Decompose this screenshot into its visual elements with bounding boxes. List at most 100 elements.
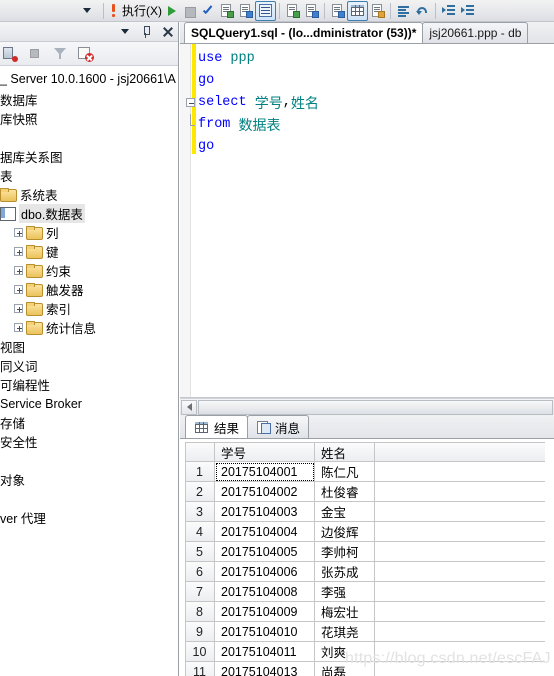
tree-node-4[interactable]: 表 xyxy=(0,166,178,185)
table-row[interactable]: 2 20175104002 杜俊睿 xyxy=(185,482,554,502)
client-statistics-button[interactable] xyxy=(302,1,321,21)
cell-student-name[interactable]: 杜俊睿 xyxy=(315,482,375,502)
tree-node-16[interactable]: Service Broker xyxy=(0,394,178,413)
cell-student-id[interactable]: 20175104010 xyxy=(215,622,315,642)
row-number-cell[interactable]: 1 xyxy=(185,462,215,482)
grid-header-id[interactable]: 学号 xyxy=(215,442,315,462)
tree-node-18[interactable]: 安全性 xyxy=(0,432,178,451)
code-line-1[interactable]: use ppp xyxy=(198,48,554,70)
sql-code-text[interactable]: use ppp go select 学号, 姓名 from 数据表 go xyxy=(186,48,554,397)
code-line-2[interactable]: go xyxy=(198,70,554,92)
table-row[interactable]: 9 20175104010 花琪尧 xyxy=(185,622,554,642)
cell-student-name[interactable]: 尚磊 xyxy=(315,662,375,676)
tree-node-14[interactable]: 同义词 xyxy=(0,356,178,375)
cell-student-name[interactable]: 金宝 xyxy=(315,502,375,522)
sql-code-editor[interactable]: use ppp go select 学号, 姓名 from 数据表 go xyxy=(180,44,554,398)
tree-expander-icon[interactable] xyxy=(14,266,23,275)
row-number-cell[interactable]: 10 xyxy=(185,642,215,662)
increase-indent-button[interactable] xyxy=(458,1,477,21)
table-row[interactable]: 4 20175104004 边俊辉 xyxy=(185,522,554,542)
code-line-5[interactable]: go xyxy=(198,136,554,158)
cell-student-id[interactable]: 20175104005 xyxy=(215,542,315,562)
filter-icon[interactable] xyxy=(52,45,69,62)
cell-student-id[interactable]: 20175104002 xyxy=(215,482,315,502)
tree-node-22[interactable]: ver 代理 xyxy=(0,508,178,527)
tree-expander-icon[interactable] xyxy=(14,323,23,332)
debug-button[interactable] xyxy=(164,1,181,21)
row-number-cell[interactable]: 3 xyxy=(185,502,215,522)
tree-expander-icon[interactable] xyxy=(14,228,23,237)
cell-student-name[interactable]: 边俊辉 xyxy=(315,522,375,542)
results-to-text-alt-button[interactable] xyxy=(328,1,347,21)
cell-student-name[interactable]: 李帅柯 xyxy=(315,542,375,562)
row-number-cell[interactable]: 7 xyxy=(185,582,215,602)
panel-close-button[interactable] xyxy=(160,25,174,39)
comment-button[interactable] xyxy=(394,1,413,21)
row-number-cell[interactable]: 8 xyxy=(185,602,215,622)
parse-button[interactable] xyxy=(199,1,217,21)
table-row[interactable]: 8 20175104009 梅宏壮 xyxy=(185,602,554,622)
query-options-button[interactable] xyxy=(236,1,255,21)
cell-student-id[interactable]: 20175104003 xyxy=(215,502,315,522)
tree-node-12[interactable]: 统计信息 xyxy=(0,318,178,337)
row-number-cell[interactable]: 5 xyxy=(185,542,215,562)
tab-messages[interactable]: 消息 xyxy=(247,415,310,438)
results-to-text-button[interactable] xyxy=(255,0,276,21)
row-number-cell[interactable]: 11 xyxy=(185,662,215,676)
connect-icon[interactable] xyxy=(2,45,19,62)
table-row[interactable]: 5 20175104005 李帅柯 xyxy=(185,542,554,562)
tree-node-10[interactable]: 触发器 xyxy=(0,280,178,299)
tree-node-6[interactable]: dbo.数据表 xyxy=(0,204,178,223)
cell-student-name[interactable]: 张苏成 xyxy=(315,562,375,582)
results-to-grid-button[interactable] xyxy=(347,0,368,21)
tree-expander-icon[interactable] xyxy=(14,247,23,256)
panel-pin-button[interactable] xyxy=(139,25,153,39)
cell-student-id[interactable]: 20175104011 xyxy=(215,642,315,662)
row-number-cell[interactable]: 4 xyxy=(185,522,215,542)
tree-node-9[interactable]: 约束 xyxy=(0,261,178,280)
grid-header-name[interactable]: 姓名 xyxy=(315,442,375,462)
cell-student-name[interactable]: 刘爽 xyxy=(315,642,375,662)
row-number-cell[interactable]: 9 xyxy=(185,622,215,642)
tree-node-0[interactable]: 数据库 xyxy=(0,90,178,109)
cell-student-id[interactable]: 20175104008 xyxy=(215,582,315,602)
disconnect-icon[interactable] xyxy=(27,45,44,62)
results-to-file-button[interactable] xyxy=(368,1,387,21)
database-dropdown[interactable] xyxy=(74,1,100,21)
cell-student-name[interactable]: 梅宏壮 xyxy=(315,602,375,622)
cell-student-name[interactable]: 陈仁凡 xyxy=(315,462,375,482)
tree-node-1[interactable]: 库快照 xyxy=(0,109,178,128)
object-explorer-tree[interactable]: _ Server 10.0.1600 - jsj20661\A 数据库 库快照据库… xyxy=(0,66,178,674)
panel-menu-button[interactable] xyxy=(118,25,132,39)
code-line-4[interactable]: from 数据表 xyxy=(190,114,554,136)
display-estimated-plan-button[interactable] xyxy=(217,1,236,21)
table-row[interactable]: 1 20175104001 陈仁凡 xyxy=(185,462,554,482)
cell-student-id[interactable]: 20175104009 xyxy=(215,602,315,622)
table-row[interactable]: 3 20175104003 金宝 xyxy=(185,502,554,522)
include-actual-plan-button[interactable] xyxy=(283,1,302,21)
results-grid[interactable]: 学号 姓名 1 20175104001 陈仁凡 2 20175104002 杜俊睿 3 201… xyxy=(185,442,554,676)
tree-node-3[interactable]: 据库关系图 xyxy=(0,147,178,166)
table-row[interactable]: 7 20175104008 李强 xyxy=(185,582,554,602)
tree-node-15[interactable]: 可编程性 xyxy=(0,375,178,394)
uncomment-button[interactable] xyxy=(413,1,432,21)
code-line-3[interactable]: select 学号, 姓名 xyxy=(186,92,554,114)
cell-student-id[interactable]: 20175104013 xyxy=(215,662,315,676)
cell-student-name[interactable]: 李强 xyxy=(315,582,375,602)
editor-horizontal-scrollbar[interactable] xyxy=(180,398,554,415)
tab-results[interactable]: 结果 xyxy=(185,415,249,438)
scroll-left-button[interactable] xyxy=(181,399,197,415)
tree-node-17[interactable]: 存储 xyxy=(0,413,178,432)
scroll-thumb[interactable] xyxy=(198,399,553,415)
row-number-cell[interactable]: 6 xyxy=(185,562,215,582)
editor-tab-sqlquery1[interactable]: SQLQuery1.sql - (lo...dministrator (53))… xyxy=(184,22,424,43)
cell-student-id[interactable]: 20175104006 xyxy=(215,562,315,582)
tree-expander-icon[interactable] xyxy=(14,285,23,294)
editor-tab-jsj20661[interactable]: jsj20661.ppp - db xyxy=(422,22,529,43)
tree-node-server[interactable]: _ Server 10.0.1600 - jsj20661\A xyxy=(0,68,178,90)
stop-button[interactable] xyxy=(181,1,199,21)
cell-student-name[interactable]: 花琪尧 xyxy=(315,622,375,642)
cell-student-id[interactable]: 20175104004 xyxy=(215,522,315,542)
cell-student-id[interactable]: 20175104001 xyxy=(215,462,315,482)
tree-node-8[interactable]: 键 xyxy=(0,242,178,261)
